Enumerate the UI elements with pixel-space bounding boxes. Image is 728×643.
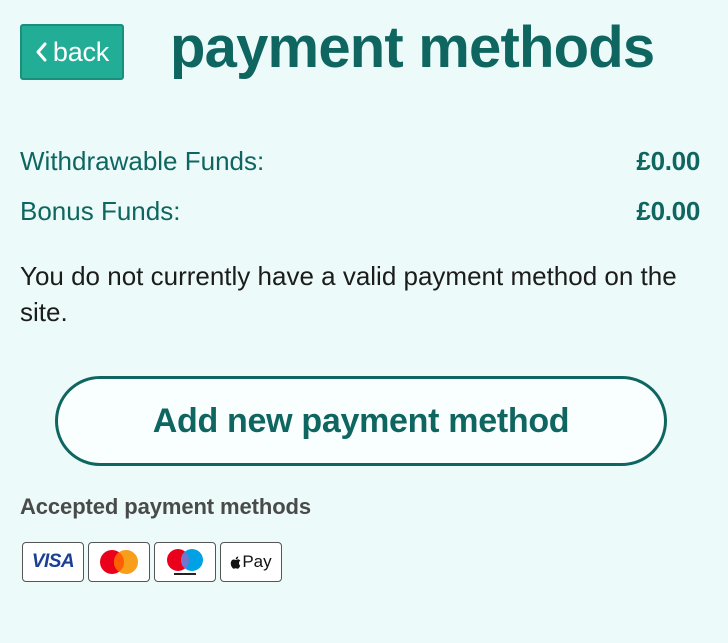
mastercard-logo: [100, 550, 138, 574]
bonus-funds-row: Bonus Funds: £0.00: [20, 186, 700, 236]
visa-wordmark: VISA: [31, 551, 75, 572]
no-payment-method-notice: You do not currently have a valid paymen…: [20, 261, 677, 327]
page-title: payment methods: [170, 15, 655, 80]
mastercard-icon: [88, 542, 150, 582]
back-label: back: [52, 36, 110, 67]
withdrawable-funds-row: Withdrawable Funds: £0.00: [20, 136, 700, 186]
chevron-left-icon: [36, 42, 47, 62]
apple-pay-label: Pay: [242, 552, 272, 571]
apple-pay-wordmark: Pay: [230, 552, 272, 572]
apple-icon: [231, 556, 241, 569]
bonus-funds-value: £0.00: [636, 195, 700, 226]
visa-icon: VISA: [22, 542, 84, 582]
header: back payment methods: [20, 16, 708, 86]
maestro-logo: [167, 549, 203, 575]
accepted-methods-title: Accepted payment methods: [20, 494, 312, 519]
maestro-icon: [154, 542, 216, 582]
add-payment-method-button[interactable]: Add new payment method: [55, 376, 667, 466]
back-button[interactable]: back: [20, 24, 124, 80]
apple-pay-icon: Pay: [220, 542, 282, 582]
withdrawable-funds-value: £0.00: [636, 145, 700, 176]
accepted-methods-list: VISA Pay: [22, 542, 282, 582]
withdrawable-funds-label: Withdrawable Funds:: [20, 145, 265, 176]
funds-summary: Withdrawable Funds: £0.00 Bonus Funds: £…: [20, 136, 700, 236]
bonus-funds-label: Bonus Funds:: [20, 195, 181, 226]
